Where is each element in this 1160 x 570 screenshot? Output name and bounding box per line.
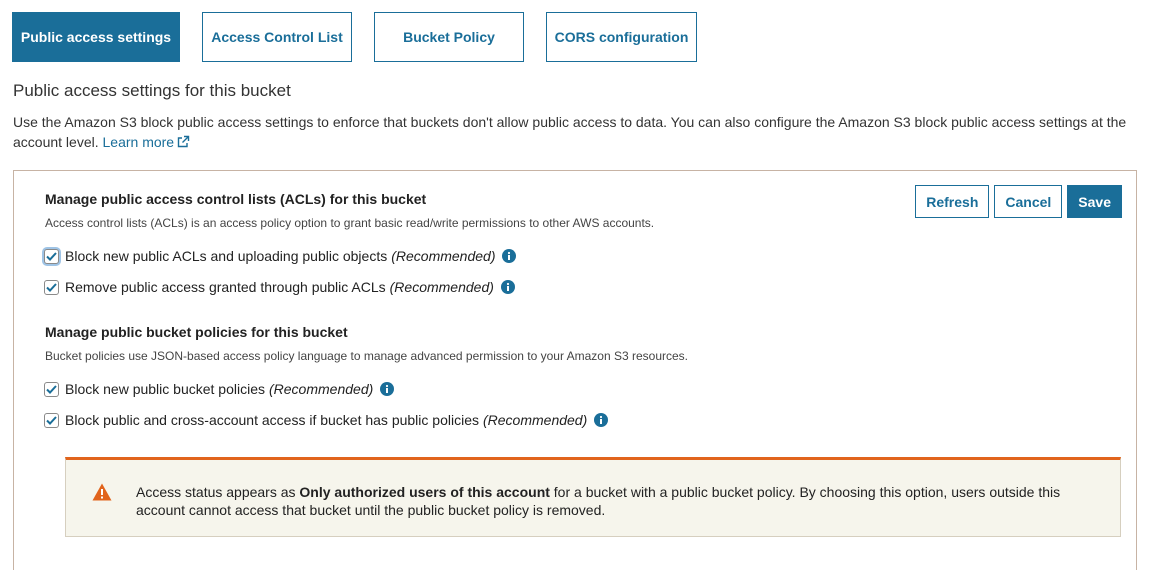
recommended-tag: (Recommended) bbox=[482, 412, 588, 428]
policy-section-title: Manage public bucket policies for this b… bbox=[45, 324, 348, 340]
block-new-public-policies-checkbox[interactable] bbox=[44, 381, 59, 397]
recommended-tag: (Recommended) bbox=[389, 279, 494, 295]
option-block-new-public-acls: Block new public ACLs and uploading publ… bbox=[44, 248, 517, 264]
acl-section-subtitle: Access control lists (ACLs) is an access… bbox=[45, 216, 655, 230]
warning-message: Access status appears as Only authorized… bbox=[136, 483, 1096, 519]
warning-text-bold: Only authorized users of this account bbox=[299, 484, 550, 500]
tab-bar: Public access settings Access Control Li… bbox=[12, 12, 697, 62]
warning-alert: Access status appears as Only authorized… bbox=[65, 457, 1121, 537]
warning-text-start: Access status appears as bbox=[136, 484, 300, 500]
panel-actions: Refresh Cancel Save bbox=[915, 185, 1122, 218]
info-icon[interactable] bbox=[502, 249, 517, 263]
page-title: Public access settings for this bucket bbox=[13, 81, 291, 100]
option-remove-public-access-acls: Remove public access granted through pub… bbox=[44, 279, 515, 295]
info-icon[interactable] bbox=[380, 382, 395, 396]
acl-section-title: Manage public access control lists (ACLs… bbox=[45, 191, 427, 207]
learn-more-label: Learn more bbox=[102, 134, 175, 150]
tab-public-access-settings[interactable]: Public access settings bbox=[12, 12, 180, 62]
warning-icon bbox=[92, 483, 112, 506]
option-label: Block new public ACLs and uploading publ… bbox=[65, 248, 388, 264]
save-button[interactable]: Save bbox=[1067, 185, 1122, 218]
remove-public-access-acls-checkbox[interactable] bbox=[44, 279, 59, 295]
tab-bucket-policy[interactable]: Bucket Policy bbox=[374, 12, 524, 62]
option-label: Block public and cross-account access if… bbox=[65, 412, 479, 428]
info-icon[interactable] bbox=[594, 413, 609, 427]
option-block-new-public-policies: Block new public bucket policies (Recomm… bbox=[44, 381, 395, 397]
learn-more-link[interactable]: Learn more bbox=[103, 134, 191, 150]
recommended-tag: (Recommended) bbox=[269, 381, 374, 397]
tab-access-control-list[interactable]: Access Control List bbox=[202, 12, 352, 62]
block-cross-account-access-checkbox[interactable] bbox=[44, 412, 59, 428]
refresh-button[interactable]: Refresh bbox=[915, 185, 990, 218]
info-icon[interactable] bbox=[500, 280, 515, 294]
option-block-cross-account-access: Block public and cross-account access if… bbox=[44, 412, 609, 428]
page-description: Use the Amazon S3 block public access se… bbox=[13, 112, 1143, 154]
option-label: Remove public access granted through pub… bbox=[65, 279, 386, 295]
block-new-public-acls-checkbox[interactable] bbox=[44, 248, 59, 264]
cancel-button[interactable]: Cancel bbox=[994, 185, 1063, 218]
option-label: Block new public bucket policies bbox=[65, 381, 265, 397]
external-link-icon bbox=[176, 134, 190, 154]
policy-section-subtitle: Bucket policies use JSON-based access po… bbox=[45, 349, 689, 363]
tab-cors-configuration[interactable]: CORS configuration bbox=[546, 12, 697, 62]
recommended-tag: (Recommended) bbox=[391, 248, 496, 264]
settings-panel: Refresh Cancel Save Manage public access… bbox=[13, 170, 1137, 570]
